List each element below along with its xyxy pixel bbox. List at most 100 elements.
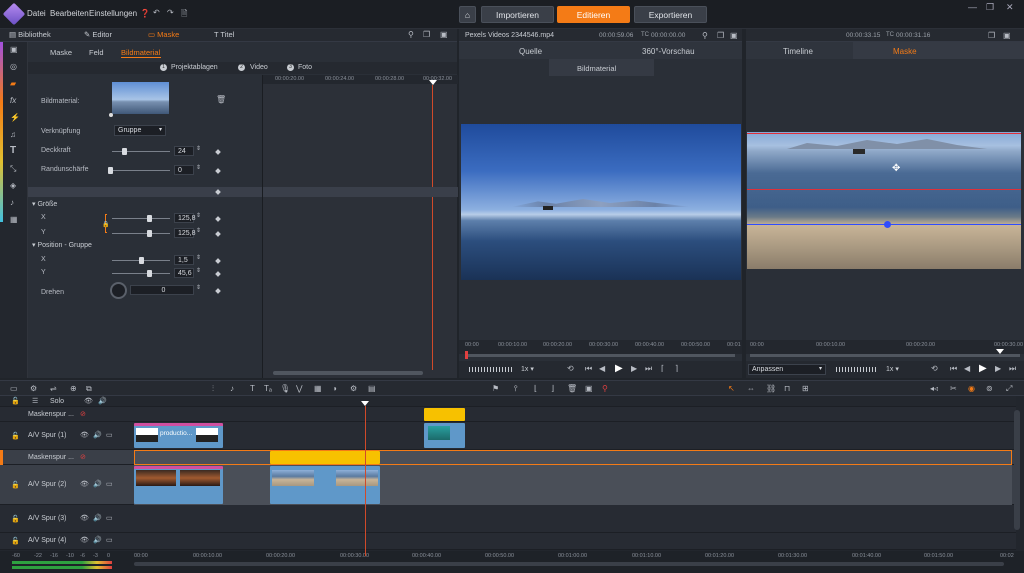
- randunschaerfe-input[interactable]: 0: [174, 165, 194, 175]
- eye-icon[interactable]: 👁: [80, 514, 89, 522]
- track-tools-icon[interactable]: ⇌: [50, 384, 57, 393]
- section-video[interactable]: Video: [250, 64, 268, 71]
- home-button[interactable]: ⌂: [459, 6, 476, 23]
- trash-icon[interactable]: 🗑: [216, 95, 226, 104]
- document-icon[interactable]: 🗎: [181, 8, 187, 22]
- shuttle-control[interactable]: [836, 367, 876, 372]
- track-name[interactable]: A/V Spur (2): [28, 481, 67, 488]
- menu-einstellungen[interactable]: Einstellungen: [89, 9, 137, 18]
- loop-icon[interactable]: ⟲: [567, 364, 574, 373]
- mask-link-icon[interactable]: ⊘: [80, 453, 86, 461]
- lock-icon[interactable]: 🔓: [11, 481, 20, 489]
- speaker-icon[interactable]: 🔊: [93, 536, 102, 544]
- go-end-icon[interactable]: ⏭: [1009, 364, 1016, 374]
- title-icon[interactable]: T: [10, 145, 16, 156]
- pos-y-slider-knob[interactable]: [147, 270, 152, 277]
- tab-bildmaterial[interactable]: Bildmaterial: [549, 59, 654, 76]
- audio-effects-icon[interactable]: ◎: [10, 62, 17, 71]
- close-icon[interactable]: ✕: [1006, 2, 1014, 13]
- source-scrubber-head[interactable]: [465, 351, 468, 359]
- video-clip-beach[interactable]: [270, 466, 380, 504]
- microphone-icon[interactable]: 🎙: [280, 384, 290, 393]
- layers-icon[interactable]: ◈: [10, 181, 16, 190]
- redo-icon[interactable]: ↷: [167, 8, 174, 17]
- text-size-icon[interactable]: Tₐ: [264, 384, 272, 393]
- trim-in-icon[interactable]: ⌊: [534, 384, 537, 393]
- trim-out-icon[interactable]: ⌋: [551, 384, 554, 393]
- snapshot-icon[interactable]: ▣: [585, 384, 593, 393]
- speaker-icon[interactable]: 🔊: [93, 514, 102, 522]
- split-icon[interactable]: ⫯: [514, 384, 517, 394]
- rotation-dial[interactable]: [110, 282, 127, 299]
- fit-select[interactable]: Anpassen ▾: [748, 364, 826, 375]
- lock-icon[interactable]: 🔓: [11, 397, 20, 405]
- film-strip-icon[interactable]: ▦: [314, 384, 322, 393]
- keyframe-diamond-icon[interactable]: [215, 189, 221, 195]
- mask-clip[interactable]: [424, 408, 465, 421]
- randunschaerfe-slider-knob[interactable]: [108, 167, 113, 174]
- prev-frame-icon[interactable]: ◀: [964, 364, 970, 373]
- pin-icon[interactable]: ⚲: [408, 30, 414, 39]
- size-y-input[interactable]: 125,8: [174, 228, 196, 238]
- tab-maske[interactable]: ▭ Maske: [148, 29, 179, 41]
- track-name[interactable]: A/V Spur (1): [28, 432, 67, 439]
- stepper-icon[interactable]: ⇕: [196, 227, 201, 234]
- eye-icon[interactable]: 👁: [80, 480, 89, 488]
- keyframe-diamond-icon[interactable]: [215, 258, 221, 264]
- subtab-feld[interactable]: Feld: [89, 48, 104, 57]
- size-y-slider[interactable]: [112, 233, 170, 234]
- lock-icon[interactable]: 🔓: [11, 537, 20, 545]
- monitor-icon[interactable]: ▭: [106, 514, 113, 522]
- keyframe-diamond-icon[interactable]: [215, 231, 221, 237]
- mask-scrubber[interactable]: [750, 354, 1020, 357]
- mask-link-icon[interactable]: ⊘: [80, 410, 86, 418]
- marker-panel-icon[interactable]: ▤: [368, 384, 376, 393]
- speed-select[interactable]: 1x ▾: [886, 365, 899, 373]
- next-frame-icon[interactable]: ▶: [995, 364, 1001, 373]
- media-icon[interactable]: ▣: [10, 45, 18, 54]
- scissors-icon[interactable]: ✂: [950, 384, 957, 393]
- speaker-icon[interactable]: 🔊: [93, 431, 102, 439]
- transition-icon[interactable]: ⚡: [10, 113, 20, 122]
- pin-icon[interactable]: ⚲: [702, 31, 708, 40]
- copy-icon[interactable]: ⧉: [86, 384, 92, 394]
- undo-icon[interactable]: ↶: [153, 8, 160, 17]
- source-video-frame[interactable]: [461, 124, 741, 280]
- pos-x-slider-knob[interactable]: [139, 257, 144, 264]
- track-name[interactable]: A/V Spur (4): [28, 537, 67, 544]
- video-clip-production[interactable]: productio...: [134, 423, 223, 448]
- keyframe-diamond-icon[interactable]: [215, 288, 221, 294]
- prev-frame-icon[interactable]: ◀: [599, 364, 605, 373]
- speaker-icon[interactable]: 🔊: [93, 480, 102, 488]
- monitor-icon[interactable]: ▭: [106, 536, 113, 544]
- stepper-icon[interactable]: ⇕: [196, 284, 201, 291]
- stepper-icon[interactable]: ⇕: [196, 164, 201, 171]
- music-note-icon[interactable]: ♪: [230, 384, 234, 393]
- size-y-slider-knob[interactable]: [147, 230, 152, 237]
- storyboard-icon[interactable]: ▭: [10, 384, 18, 393]
- mask-top-edge[interactable]: [747, 133, 1021, 134]
- film-icon[interactable]: ▦: [10, 215, 18, 224]
- subtab-bildmaterial[interactable]: Bildmaterial: [121, 48, 160, 57]
- randunschaerfe-slider[interactable]: [112, 170, 170, 171]
- tuner-icon[interactable]: ♪: [10, 198, 14, 207]
- mask-handle[interactable]: [884, 221, 891, 228]
- keyframe-diamond-icon[interactable]: [215, 271, 221, 277]
- marker-icon[interactable]: ⚑: [492, 384, 499, 393]
- track-name[interactable]: Maskenspur ...: [28, 411, 74, 418]
- go-end-icon[interactable]: ⏭: [645, 364, 652, 374]
- play-icon[interactable]: ▶: [615, 363, 623, 374]
- tab-maske-preview[interactable]: Maske: [853, 42, 1024, 59]
- text-icon[interactable]: T: [250, 384, 255, 393]
- drehen-input[interactable]: 0: [130, 285, 194, 295]
- tab-editor[interactable]: ✎ Editor: [84, 29, 112, 41]
- fx-icon[interactable]: fx: [10, 96, 16, 105]
- lock-icon[interactable]: 🔓: [11, 432, 20, 440]
- keyframe-diamond-icon[interactable]: [215, 168, 221, 174]
- panel-expand-icon[interactable]: ▣: [1003, 31, 1011, 40]
- fx-chain-icon[interactable]: ⚙: [350, 384, 357, 393]
- sound-icon[interactable]: ◂◃: [930, 384, 938, 393]
- groesse-group[interactable]: ▾ Größe: [32, 200, 57, 208]
- loop-icon[interactable]: ⟲: [931, 364, 938, 373]
- next-frame-icon[interactable]: ▶: [631, 364, 637, 373]
